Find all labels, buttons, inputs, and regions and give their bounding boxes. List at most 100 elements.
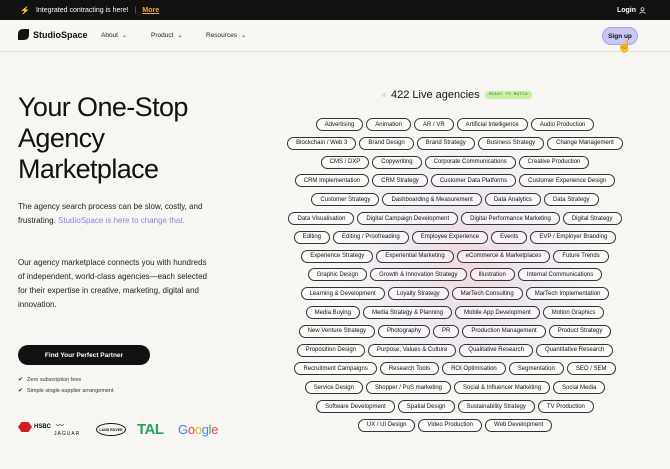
service-tag[interactable]: Copywriting bbox=[372, 155, 422, 169]
service-tag[interactable]: Spatial Design bbox=[397, 400, 455, 413]
service-tag[interactable]: Qualitative Research bbox=[459, 343, 533, 357]
service-tag[interactable]: Experiential Marketing bbox=[376, 249, 454, 263]
service-tag[interactable]: Quantitative Research bbox=[535, 343, 614, 357]
service-tag[interactable]: Media Strategy & Planning bbox=[362, 306, 452, 319]
service-tag[interactable]: Data Visualisation bbox=[288, 212, 355, 225]
service-tag[interactable]: ROI Optimisation bbox=[442, 362, 506, 376]
tag-row: Media Buying Media Strategy & Planning Mob… bbox=[270, 306, 640, 319]
service-tag[interactable]: Editing bbox=[293, 230, 330, 244]
service-tag[interactable]: Audio Production bbox=[530, 118, 595, 131]
tag-row: Learning & Development Loyalty Strategy Ma… bbox=[270, 287, 640, 301]
service-tag-cloud: Advertising Animation AR / VR Artificial In… bbox=[270, 112, 640, 442]
service-tag[interactable]: CRM Strategy bbox=[372, 174, 428, 188]
service-tag[interactable]: Experience Strategy bbox=[301, 249, 374, 263]
service-tag[interactable]: Research Tools bbox=[379, 362, 440, 376]
service-tag[interactable]: Graphic Design bbox=[307, 268, 368, 282]
service-tag[interactable]: Animation bbox=[366, 118, 411, 131]
service-tag[interactable]: MarTech Implementation bbox=[525, 287, 610, 301]
nav-product[interactable]: Product ⌄ bbox=[151, 32, 182, 39]
service-tag[interactable]: Loyalty Strategy bbox=[387, 287, 449, 301]
service-tag[interactable]: Blockchain / Web 3 bbox=[287, 136, 357, 150]
service-tag[interactable]: SEO / SEM bbox=[566, 362, 616, 376]
live-count: 422 Live agencies bbox=[391, 89, 480, 101]
service-tag[interactable]: Growth & Innovation Strategy bbox=[370, 268, 467, 282]
service-tag[interactable]: CRM Implementation bbox=[294, 174, 370, 188]
service-tag[interactable]: Illustration bbox=[469, 268, 515, 282]
service-tag[interactable]: Corporate Communications bbox=[424, 155, 516, 169]
service-tag[interactable]: MarTech Consulting bbox=[451, 287, 523, 301]
lightning-icon: ⚡ bbox=[20, 5, 30, 15]
service-tag[interactable]: Social & Influencer Marketing bbox=[454, 381, 551, 395]
announcement-more-link[interactable]: More bbox=[142, 7, 159, 14]
service-tag[interactable]: Customer Strategy bbox=[311, 193, 380, 207]
service-tag[interactable]: Media Buying bbox=[305, 306, 360, 319]
tag-row: Graphic Design Growth & Innovation Strate… bbox=[270, 268, 640, 282]
service-tag[interactable]: UX / UI Design bbox=[357, 418, 416, 432]
service-tag[interactable]: TV Production bbox=[537, 400, 594, 413]
service-tag[interactable]: Data Strategy bbox=[543, 193, 599, 207]
tag-row: New Venture Strategy Photography PR Product… bbox=[270, 324, 640, 338]
hero-paragraph: Our agency marketplace connects you with… bbox=[18, 258, 208, 309]
service-tag[interactable]: Photography bbox=[377, 324, 430, 338]
service-tag[interactable]: Internal Communications bbox=[517, 268, 603, 282]
service-tag[interactable]: Service Design bbox=[304, 381, 363, 395]
service-tag[interactable]: Product Strategy bbox=[548, 324, 612, 338]
service-tag[interactable]: Digital Performance Marketing bbox=[461, 212, 560, 225]
live-dot-icon bbox=[382, 93, 386, 97]
find-partner-button[interactable]: Find Your Perfect Partner bbox=[18, 345, 150, 365]
service-tag[interactable]: Sustainability Strategy bbox=[457, 400, 535, 413]
service-tag[interactable]: CMS / DXP bbox=[320, 155, 370, 169]
service-tag[interactable]: Customer Data Platforms bbox=[430, 174, 517, 188]
service-tag[interactable]: Brand Strategy bbox=[416, 136, 475, 150]
announcement-bar: ⚡ Integrated contracting is here! | More… bbox=[0, 0, 670, 20]
service-tag[interactable]: EVP / Employer Branding bbox=[530, 230, 617, 244]
check-icon: ✔ bbox=[18, 388, 24, 394]
nav-resources[interactable]: Resources ⌄ bbox=[206, 32, 246, 39]
service-tag[interactable]: Editing / Proofreading bbox=[333, 230, 409, 244]
service-tag[interactable]: Change Management bbox=[547, 136, 623, 150]
service-tag[interactable]: Proposition Design bbox=[296, 343, 366, 357]
tag-row: Recruitment Campaigns Research Tools ROI O… bbox=[270, 362, 640, 376]
tal-logo: TAL bbox=[137, 421, 164, 438]
service-tag[interactable]: Advertising bbox=[315, 118, 364, 131]
brand-logo[interactable]: StudioSpace bbox=[18, 29, 88, 40]
service-tag[interactable]: Future Trends bbox=[553, 249, 609, 263]
service-tag[interactable]: Mobile App Development bbox=[455, 306, 540, 319]
service-tag[interactable]: Dashboarding & Measurement bbox=[382, 193, 482, 207]
service-tag[interactable]: Purpose, Values & Culture bbox=[368, 343, 457, 357]
service-tag[interactable]: Brand Design bbox=[359, 136, 414, 150]
service-tag[interactable]: Software Development bbox=[316, 400, 395, 413]
feature-label: Simple single-supplier arrangement bbox=[27, 387, 114, 394]
service-tag[interactable]: Digital Campaign Development bbox=[357, 212, 459, 225]
feature-item: ✔ Simple single-supplier arrangement bbox=[18, 387, 114, 395]
nav-about[interactable]: About ⌄ bbox=[101, 32, 127, 39]
tag-row: Data Visualisation Digital Campaign Devel… bbox=[270, 212, 640, 225]
service-tag[interactable]: Learning & Development bbox=[300, 287, 385, 301]
feature-label: Zero subscription fees bbox=[27, 376, 82, 383]
service-tag[interactable]: Business Strategy bbox=[477, 136, 545, 150]
service-tag[interactable]: Events bbox=[491, 230, 528, 244]
check-icon: ✔ bbox=[18, 377, 24, 383]
service-tag[interactable]: Video Production bbox=[418, 418, 483, 432]
service-tag[interactable]: Production Management bbox=[462, 324, 546, 338]
service-tag[interactable]: New Venture Strategy bbox=[298, 324, 375, 338]
service-tag[interactable]: Segmentation bbox=[508, 362, 564, 376]
service-tag[interactable]: Motion Graphics bbox=[542, 306, 605, 319]
service-tag[interactable]: Artificial Intelligence bbox=[456, 118, 528, 131]
service-tag[interactable]: eCommerce & Marketplaces bbox=[456, 249, 551, 263]
tag-row: CRM Implementation CRM Strategy Customer D… bbox=[270, 174, 640, 188]
service-tag[interactable]: Shopper / PoS marketing bbox=[365, 381, 451, 395]
tag-row: Customer Strategy Dashboarding & Measurem… bbox=[270, 193, 640, 207]
service-tag[interactable]: Digital Strategy bbox=[562, 212, 622, 225]
login-link[interactable]: Login bbox=[617, 0, 646, 20]
service-tag[interactable]: Data Analytics bbox=[484, 193, 541, 207]
service-tag[interactable]: Creative Production bbox=[518, 155, 590, 169]
hero-intro: The agency search process can be slow, c… bbox=[18, 200, 208, 228]
service-tag[interactable]: Employee Experience bbox=[411, 230, 489, 244]
service-tag[interactable]: PR bbox=[432, 324, 460, 338]
service-tag[interactable]: Social Media bbox=[553, 381, 606, 395]
service-tag[interactable]: Recruitment Campaigns bbox=[294, 362, 377, 376]
service-tag[interactable]: Web Development bbox=[485, 418, 553, 432]
service-tag[interactable]: AR / VR bbox=[413, 118, 454, 131]
service-tag[interactable]: Customer Experience Design bbox=[519, 174, 616, 188]
